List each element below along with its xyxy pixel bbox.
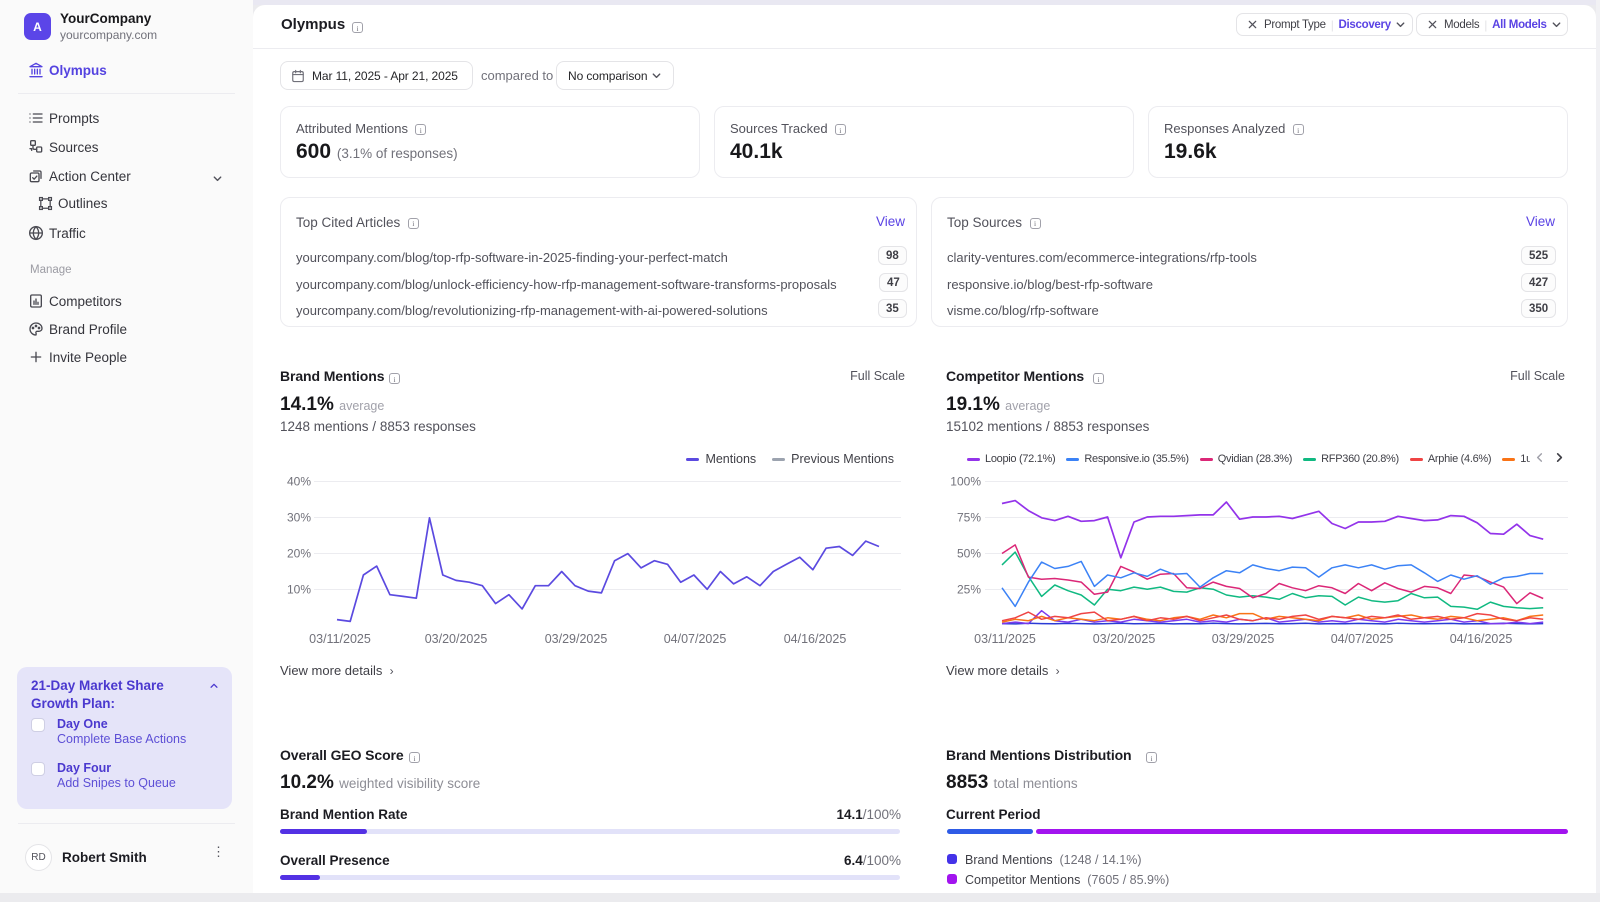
svg-text:04/16/2025: 04/16/2025: [1450, 632, 1513, 646]
svg-text:30%: 30%: [287, 511, 311, 525]
svg-text:04/07/2025: 04/07/2025: [1331, 632, 1394, 646]
svg-text:03/11/2025: 03/11/2025: [309, 632, 371, 646]
svg-text:03/11/2025: 03/11/2025: [974, 632, 1036, 646]
svg-text:10%: 10%: [287, 583, 311, 597]
svg-text:50%: 50%: [957, 547, 981, 561]
svg-text:100%: 100%: [950, 475, 981, 489]
svg-text:75%: 75%: [957, 511, 981, 525]
svg-text:40%: 40%: [287, 475, 311, 489]
svg-text:03/20/2025: 03/20/2025: [1093, 632, 1156, 646]
svg-text:03/29/2025: 03/29/2025: [545, 632, 608, 646]
svg-text:20%: 20%: [287, 547, 311, 561]
svg-text:03/29/2025: 03/29/2025: [1212, 632, 1275, 646]
svg-text:25%: 25%: [957, 583, 981, 597]
svg-text:03/20/2025: 03/20/2025: [425, 632, 488, 646]
svg-text:04/16/2025: 04/16/2025: [784, 632, 847, 646]
svg-text:04/07/2025: 04/07/2025: [664, 632, 727, 646]
